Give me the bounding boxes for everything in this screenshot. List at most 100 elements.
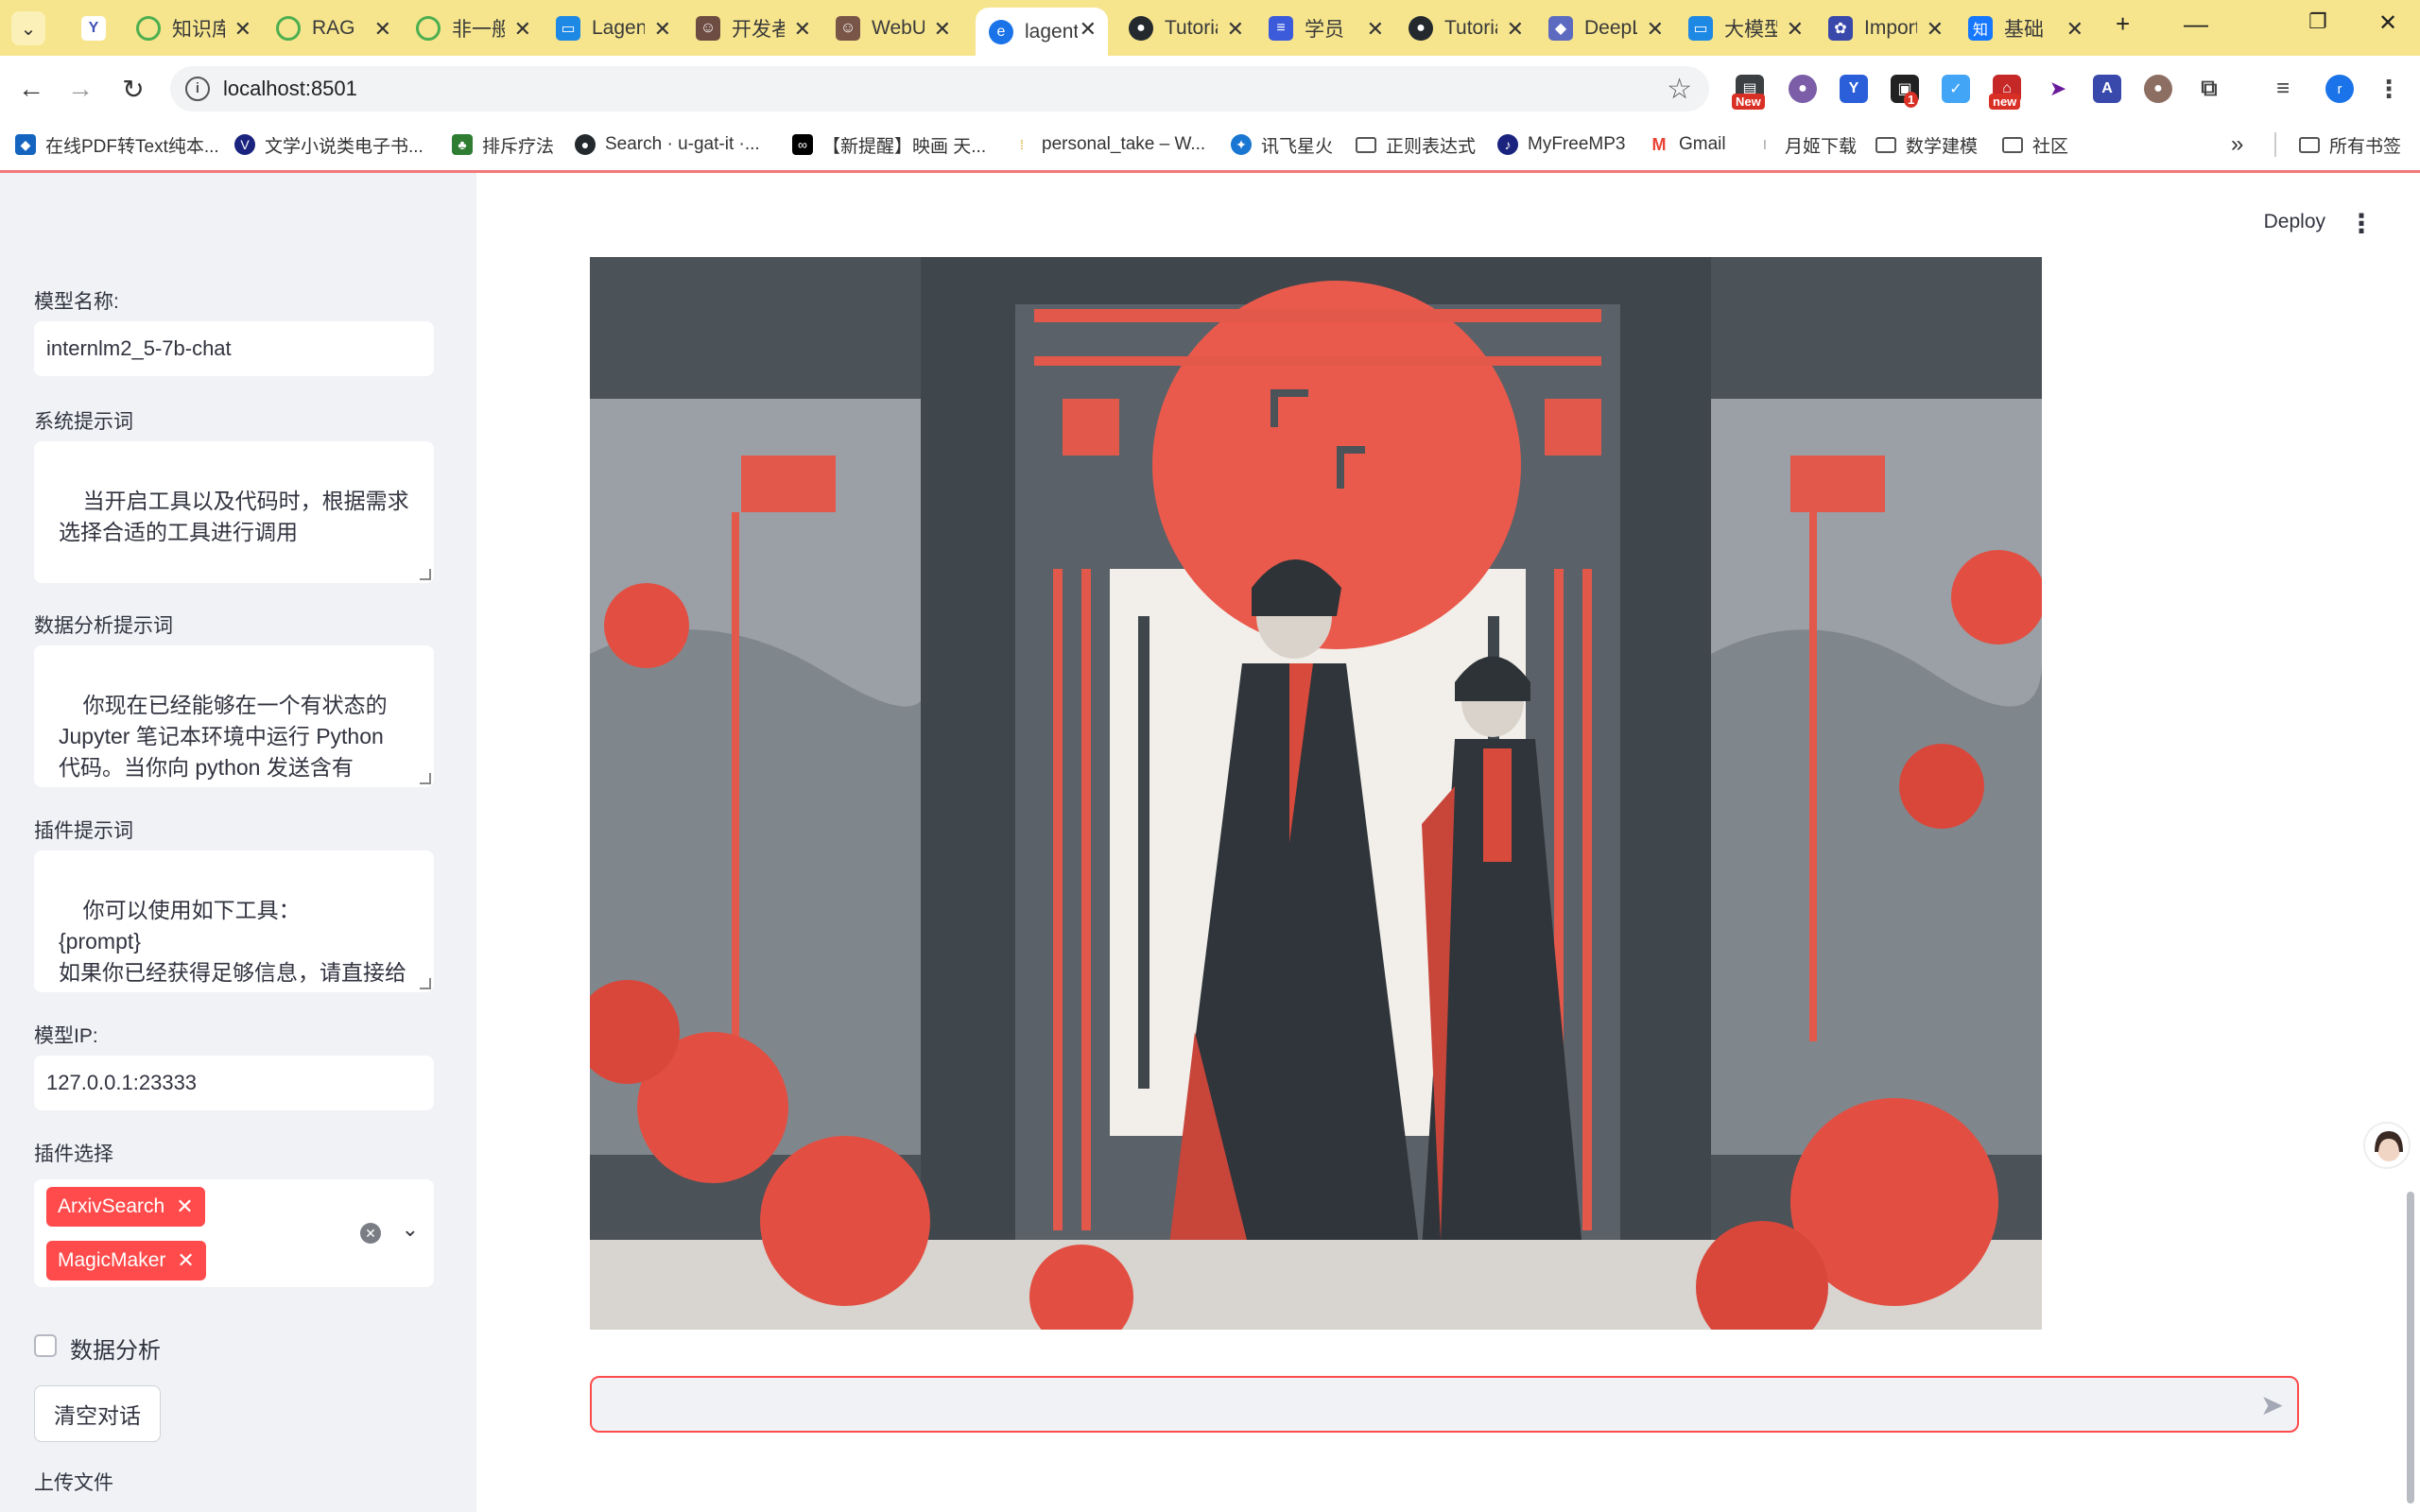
bookmark-folder[interactable]: 社区 bbox=[2002, 130, 2068, 159]
github-icon: ● bbox=[575, 134, 596, 155]
more-bookmarks-chevron-icon[interactable]: » bbox=[2231, 130, 2243, 159]
window-close-icon[interactable]: ✕ bbox=[2378, 9, 2397, 37]
extension-cookie-icon[interactable]: ● bbox=[2144, 75, 2172, 103]
loading-icon bbox=[276, 16, 301, 41]
floating-assistant-avatar[interactable] bbox=[2363, 1122, 2411, 1169]
data-analysis-checkbox[interactable] bbox=[34, 1334, 57, 1357]
close-icon[interactable]: ✕ bbox=[1647, 17, 1664, 42]
bookmark-item[interactable]: ♪ MyFreeMP3 bbox=[1497, 130, 1625, 159]
tab-3[interactable]: ▭ Lagent ✕ bbox=[543, 8, 683, 49]
chevron-down-icon[interactable]: ⌄ bbox=[402, 1217, 419, 1242]
url-text[interactable]: localhost:8501 bbox=[223, 77, 357, 101]
model-ip-input[interactable]: 127.0.0.1:23333 bbox=[34, 1056, 434, 1110]
close-icon[interactable]: ✕ bbox=[654, 17, 671, 42]
infinity-icon: ∞ bbox=[792, 134, 813, 155]
close-icon[interactable]: ✕ bbox=[1927, 17, 1944, 42]
tab-search-button[interactable]: ⌄ bbox=[11, 11, 45, 45]
data-analysis-prompt-textarea[interactable]: 你现在已经能够在一个有状态的 Jupyter 笔记本环境中运行 Python 代… bbox=[34, 645, 434, 787]
data-analysis-checkbox-label[interactable]: 数据分析 bbox=[70, 1332, 161, 1365]
close-icon[interactable]: ✕ bbox=[1080, 17, 1097, 42]
send-icon[interactable]: ➤ bbox=[2260, 1389, 2284, 1422]
system-prompt-textarea[interactable]: 当开启工具以及代码时，根据需求选择合适的工具进行调用 bbox=[34, 441, 434, 583]
model-name-input[interactable]: internlm2_5-7b-chat bbox=[34, 321, 434, 376]
extension-circle-icon[interactable]: ● bbox=[1789, 75, 1817, 103]
tab-4[interactable]: ☺ 开发者 ✕ bbox=[683, 8, 822, 49]
figure-icon: ǀ bbox=[1754, 134, 1775, 155]
new-tab-button[interactable]: + bbox=[2116, 9, 2130, 39]
bookmark-item[interactable]: ✦ 讯飞星火 bbox=[1231, 130, 1333, 159]
tab-7[interactable]: ● Tutorial ✕ bbox=[1115, 8, 1255, 49]
chat-input[interactable]: ➤ bbox=[590, 1376, 2299, 1433]
close-icon[interactable]: ✕ bbox=[374, 17, 391, 42]
forward-arrow-icon[interactable]: → bbox=[62, 71, 98, 107]
bookmark-star-icon[interactable]: ☆ bbox=[1667, 73, 1692, 106]
resize-handle-icon[interactable] bbox=[420, 569, 431, 580]
tab-13[interactable]: 知 基础 ✕ bbox=[1955, 8, 2095, 49]
clear-chat-button[interactable]: 清空对话 bbox=[34, 1385, 161, 1442]
bookmark-item[interactable]: ǀ 月姬下载 bbox=[1754, 130, 1857, 159]
reload-icon[interactable]: ↻ bbox=[115, 71, 151, 107]
close-icon[interactable]: ✕ bbox=[514, 17, 531, 42]
scrollbar-thumb[interactable] bbox=[2407, 1192, 2414, 1503]
bookmark-item[interactable]: ♣ 排斥疗法 bbox=[452, 130, 554, 159]
tab-1[interactable]: RAG ✕ bbox=[263, 8, 403, 49]
close-icon[interactable]: ✕ bbox=[1507, 17, 1524, 42]
extension-arrow-icon[interactable]: ➤ bbox=[2044, 75, 2072, 103]
restore-icon[interactable]: ❐ bbox=[2308, 9, 2327, 34]
loading-icon bbox=[416, 16, 441, 41]
model-ip-label: 模型IP: bbox=[34, 1025, 98, 1047]
app-menu-icon[interactable]: ⋮ bbox=[2348, 208, 2375, 239]
resize-handle-icon[interactable] bbox=[420, 978, 431, 989]
tab-11[interactable]: ▭ 大模型 ✕ bbox=[1675, 8, 1815, 49]
all-bookmarks-folder[interactable]: 所有书签 bbox=[2299, 130, 2401, 159]
tab-2[interactable]: 非一般 ✕ bbox=[403, 8, 543, 49]
spark-icon: ✦ bbox=[1231, 134, 1252, 155]
doc-icon: ≡ bbox=[1269, 16, 1293, 41]
browser-menu-icon[interactable]: ⋮ bbox=[2375, 75, 2403, 103]
remove-chip-icon[interactable]: ✕ bbox=[177, 1248, 194, 1273]
close-icon[interactable]: ✕ bbox=[234, 17, 251, 42]
tv-icon: ▭ bbox=[556, 16, 580, 41]
bookmark-folder[interactable]: 正则表达式 bbox=[1356, 130, 1476, 159]
bookmark-folder[interactable]: 数学建模 bbox=[1876, 130, 1978, 159]
back-arrow-icon[interactable]: ← bbox=[13, 71, 49, 107]
resize-handle-icon[interactable] bbox=[420, 773, 431, 784]
extensions-puzzle-icon[interactable]: ⧉ bbox=[2195, 75, 2223, 103]
tab-6-active[interactable]: e lagent ✕ bbox=[976, 8, 1108, 56]
bookmark-item[interactable]: M Gmail bbox=[1649, 130, 1726, 159]
tab-10[interactable]: ◆ DeepL ✕ bbox=[1535, 8, 1675, 49]
tab-8[interactable]: ≡ 学员 ✕ bbox=[1255, 8, 1395, 49]
tab-9[interactable]: ● Tutorial ✕ bbox=[1395, 8, 1535, 49]
close-icon[interactable]: ✕ bbox=[1367, 17, 1384, 42]
zhihu-icon: 知 bbox=[1968, 16, 1993, 41]
bookmark-item[interactable]: ◆ 在线PDF转Text纯本... bbox=[15, 130, 219, 159]
tab-pinned[interactable]: Y bbox=[68, 8, 125, 49]
clear-all-icon[interactable]: ✕ bbox=[360, 1223, 381, 1244]
tab-5[interactable]: ☺ WebUI ✕ bbox=[822, 8, 962, 49]
profile-avatar[interactable]: r bbox=[2325, 75, 2354, 103]
extension-y-icon[interactable]: Y bbox=[1840, 75, 1868, 103]
media-control-icon[interactable]: ≡ bbox=[2269, 75, 2297, 103]
extension-check-icon[interactable]: ✓ bbox=[1942, 75, 1970, 103]
close-icon[interactable]: ✕ bbox=[1227, 17, 1244, 42]
bookmark-item[interactable]: ∞ 【新提醒】映画 天... bbox=[792, 130, 986, 159]
close-icon[interactable]: ✕ bbox=[2066, 17, 2083, 42]
remove-chip-icon[interactable]: ✕ bbox=[176, 1194, 193, 1219]
extension-translate-icon[interactable]: A bbox=[2093, 75, 2121, 103]
tv-icon: ▭ bbox=[1688, 16, 1713, 41]
minimize-icon[interactable]: — bbox=[2184, 9, 2208, 39]
site-info-icon[interactable]: i bbox=[185, 77, 210, 101]
deploy-button[interactable]: Deploy bbox=[2264, 211, 2325, 233]
close-icon[interactable]: ✕ bbox=[934, 17, 951, 42]
bookmark-item[interactable]: V 文学小说类电子书... bbox=[234, 130, 424, 159]
plugin-prompt-textarea[interactable]: 你可以使用如下工具： {prompt} 如果你已经获得足够信息，请直接给出答案.… bbox=[34, 850, 434, 992]
plugin-multiselect[interactable]: ArxivSearch ✕ MagicMaker ✕ ✕ ⌄ bbox=[34, 1179, 434, 1287]
tab-0[interactable]: 知识库 ✕ bbox=[123, 8, 263, 49]
close-icon[interactable]: ✕ bbox=[1787, 17, 1804, 42]
avatar-face-icon bbox=[2375, 1131, 2403, 1161]
address-bar[interactable]: i localhost:8501 ☆ bbox=[170, 66, 1709, 112]
close-icon[interactable]: ✕ bbox=[794, 17, 811, 42]
bookmark-item[interactable]: ● Search · u-gat-it ·... bbox=[575, 130, 760, 159]
bookmark-item[interactable]: ⁞ personal_take – W... bbox=[1011, 130, 1205, 159]
tab-12[interactable]: ✿ Import ✕ bbox=[1815, 8, 1955, 49]
